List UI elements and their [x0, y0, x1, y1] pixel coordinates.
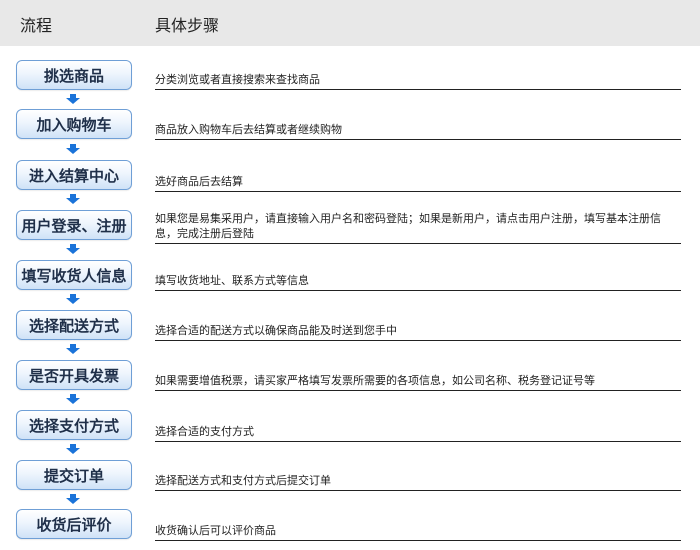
step-desc: 选择合适的支付方式	[155, 424, 681, 442]
step-receiver-info-button[interactable]: 填写收货人信息	[16, 260, 132, 290]
header-process: 流程	[20, 16, 53, 35]
step-desc: 如果需要增值税票，请买家严格填写发票所需要的各项信息，如公司名称、税务登记证号等	[155, 373, 681, 391]
arrow-down-icon	[66, 494, 80, 504]
arrow-down-icon	[66, 344, 80, 354]
arrow-down-icon	[66, 244, 80, 254]
arrow-down-icon	[66, 444, 80, 454]
arrow-down-icon	[66, 194, 80, 204]
step-submit-order-button[interactable]: 提交订单	[16, 460, 132, 490]
arrow-down-icon	[66, 94, 80, 104]
step-desc: 如果您是易集采用户，请直接输入用户名和密码登陆；如果是新用户，请点击用户注册，填…	[155, 211, 681, 244]
step-login-register-button[interactable]: 用户登录、注册	[16, 210, 132, 240]
header-steps: 具体步骤	[155, 16, 220, 35]
step-desc: 收货确认后可以评价商品	[155, 523, 681, 541]
arrow-down-icon	[66, 294, 80, 304]
step-checkout-center-button[interactable]: 进入结算中心	[16, 160, 132, 190]
step-add-cart-button[interactable]: 加入购物车	[16, 109, 132, 139]
step-desc: 填写收货地址、联系方式等信息	[155, 273, 681, 291]
step-desc: 选择合适的配送方式以确保商品能及时送到您手中	[155, 323, 681, 341]
step-desc: 选择配送方式和支付方式后提交订单	[155, 473, 681, 491]
step-invoice-button[interactable]: 是否开具发票	[16, 360, 132, 390]
step-payment-method-button[interactable]: 选择支付方式	[16, 410, 132, 440]
step-delivery-method-button[interactable]: 选择配送方式	[16, 310, 132, 340]
table-header: 流程 具体步骤	[0, 0, 700, 46]
step-select-goods-button[interactable]: 挑选商品	[16, 60, 132, 90]
arrow-down-icon	[66, 144, 80, 154]
arrow-down-icon	[66, 394, 80, 404]
step-desc: 选好商品后去结算	[155, 174, 681, 192]
step-review-button[interactable]: 收货后评价	[16, 509, 132, 539]
step-desc: 分类浏览或者直接搜索来查找商品	[155, 72, 681, 90]
step-desc: 商品放入购物车后去结算或者继续购物	[155, 122, 681, 140]
